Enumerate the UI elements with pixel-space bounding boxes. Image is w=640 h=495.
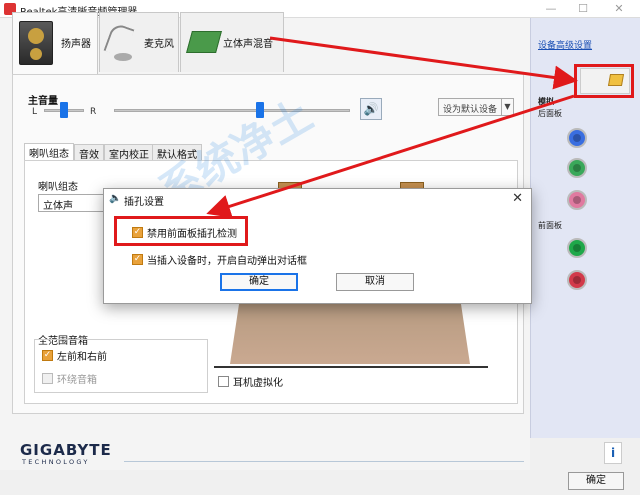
headphone-virtualization-checkbox[interactable]: 耳机虚拟化 xyxy=(218,374,283,389)
speaker-volume-icon: 🔊 xyxy=(363,102,379,116)
balance-slider[interactable] xyxy=(60,102,68,118)
speaker-icon xyxy=(19,21,53,65)
empty-checkbox-icon xyxy=(42,373,53,384)
tab-stereo-mix-label: 立体声混音 xyxy=(223,39,273,50)
headphone-virtualization-label: 耳机虚拟化 xyxy=(233,378,283,389)
default-device-value: 设为默认设备 xyxy=(443,105,498,115)
back-panel-label: 后面板 xyxy=(538,109,562,118)
bottom-bar xyxy=(0,470,640,495)
tab-speakers-label: 扬声器 xyxy=(61,39,91,50)
microphone-icon xyxy=(108,25,136,65)
volume-slider-track xyxy=(114,109,350,112)
ok-button[interactable]: 确定 xyxy=(568,472,624,490)
dialog-ok-button[interactable]: 确定 xyxy=(220,273,298,291)
front-jack-red[interactable] xyxy=(567,270,587,290)
room-stage xyxy=(230,300,470,364)
back-jack-green[interactable] xyxy=(567,158,587,178)
brand-logo: GIGABYTE xyxy=(20,441,112,459)
surround-label: 环绕音箱 xyxy=(57,375,97,386)
maximize-button[interactable]: ☐ xyxy=(568,1,598,17)
back-jack-pink[interactable] xyxy=(567,190,587,210)
front-lr-label: 左前和右前 xyxy=(57,352,107,363)
front-panel-label: 前面板 xyxy=(538,221,562,230)
jack-settings-dialog: 🔈 插孔设置 ✕ ✓ 禁用前面板插孔检测 ✓ 当插入设备时，开启自动弹出对话框 … xyxy=(103,188,532,304)
tab-microphone[interactable]: 麦克风 xyxy=(99,12,179,72)
front-jack-green[interactable] xyxy=(567,238,587,258)
left-label: L xyxy=(32,107,38,117)
front-lr-checkbox[interactable]: ✓ 左前和右前 xyxy=(42,348,107,363)
right-label: R xyxy=(90,107,97,117)
tab-microphone-label: 麦克风 xyxy=(144,39,174,50)
dialog-cancel-button[interactable]: 取消 xyxy=(336,273,414,291)
minimize-button[interactable]: — xyxy=(536,1,566,17)
analog-label: 模拟 xyxy=(538,97,554,106)
dialog-close-icon[interactable]: ✕ xyxy=(512,191,523,206)
tab-room-correction[interactable]: 室内校正 xyxy=(104,144,154,161)
back-jack-blue[interactable] xyxy=(567,128,587,148)
info-icon[interactable]: i xyxy=(604,442,622,464)
close-button[interactable]: ✕ xyxy=(604,1,634,17)
speaker-icon: 🔈 xyxy=(109,193,122,204)
highlight-box-option1 xyxy=(114,216,248,246)
surround-checkbox[interactable]: 环绕音箱 xyxy=(42,371,97,386)
tab-speaker-config[interactable]: 喇叭组态 xyxy=(24,143,74,161)
advanced-settings-link[interactable]: 设备高级设置 xyxy=(538,38,592,51)
option2-label: 当插入设备时，开启自动弹出对话框 xyxy=(147,256,307,267)
mute-button[interactable]: 🔊 xyxy=(360,98,382,120)
speaker-config-label: 喇叭组态 xyxy=(38,182,78,193)
tab-stereo-mix[interactable]: 立体声混音 xyxy=(180,12,284,72)
tab-speakers[interactable]: 扬声器 xyxy=(12,12,98,74)
default-device-dropdown[interactable]: 设为默认设备 ▼ xyxy=(438,98,514,116)
brand-subtitle: TECHNOLOGY xyxy=(22,458,90,466)
speaker-config-value: 立体声 xyxy=(43,201,73,212)
checkmark-icon: ✓ xyxy=(132,254,143,265)
tab-effects[interactable]: 音效 xyxy=(74,144,104,161)
dialog-title: 插孔设置 xyxy=(124,197,164,208)
checkmark-icon: ✓ xyxy=(42,350,53,361)
stereo-mix-icon xyxy=(186,31,222,53)
stage-baseline xyxy=(214,366,488,368)
empty-checkbox-icon xyxy=(218,376,229,387)
auto-popup-checkbox[interactable]: ✓ 当插入设备时，开启自动弹出对话框 xyxy=(132,252,307,267)
chevron-down-icon: ▼ xyxy=(501,99,513,115)
highlight-box-folder xyxy=(574,64,634,98)
footer-divider xyxy=(124,461,524,462)
main-volume-label: 主音量 xyxy=(28,96,58,107)
